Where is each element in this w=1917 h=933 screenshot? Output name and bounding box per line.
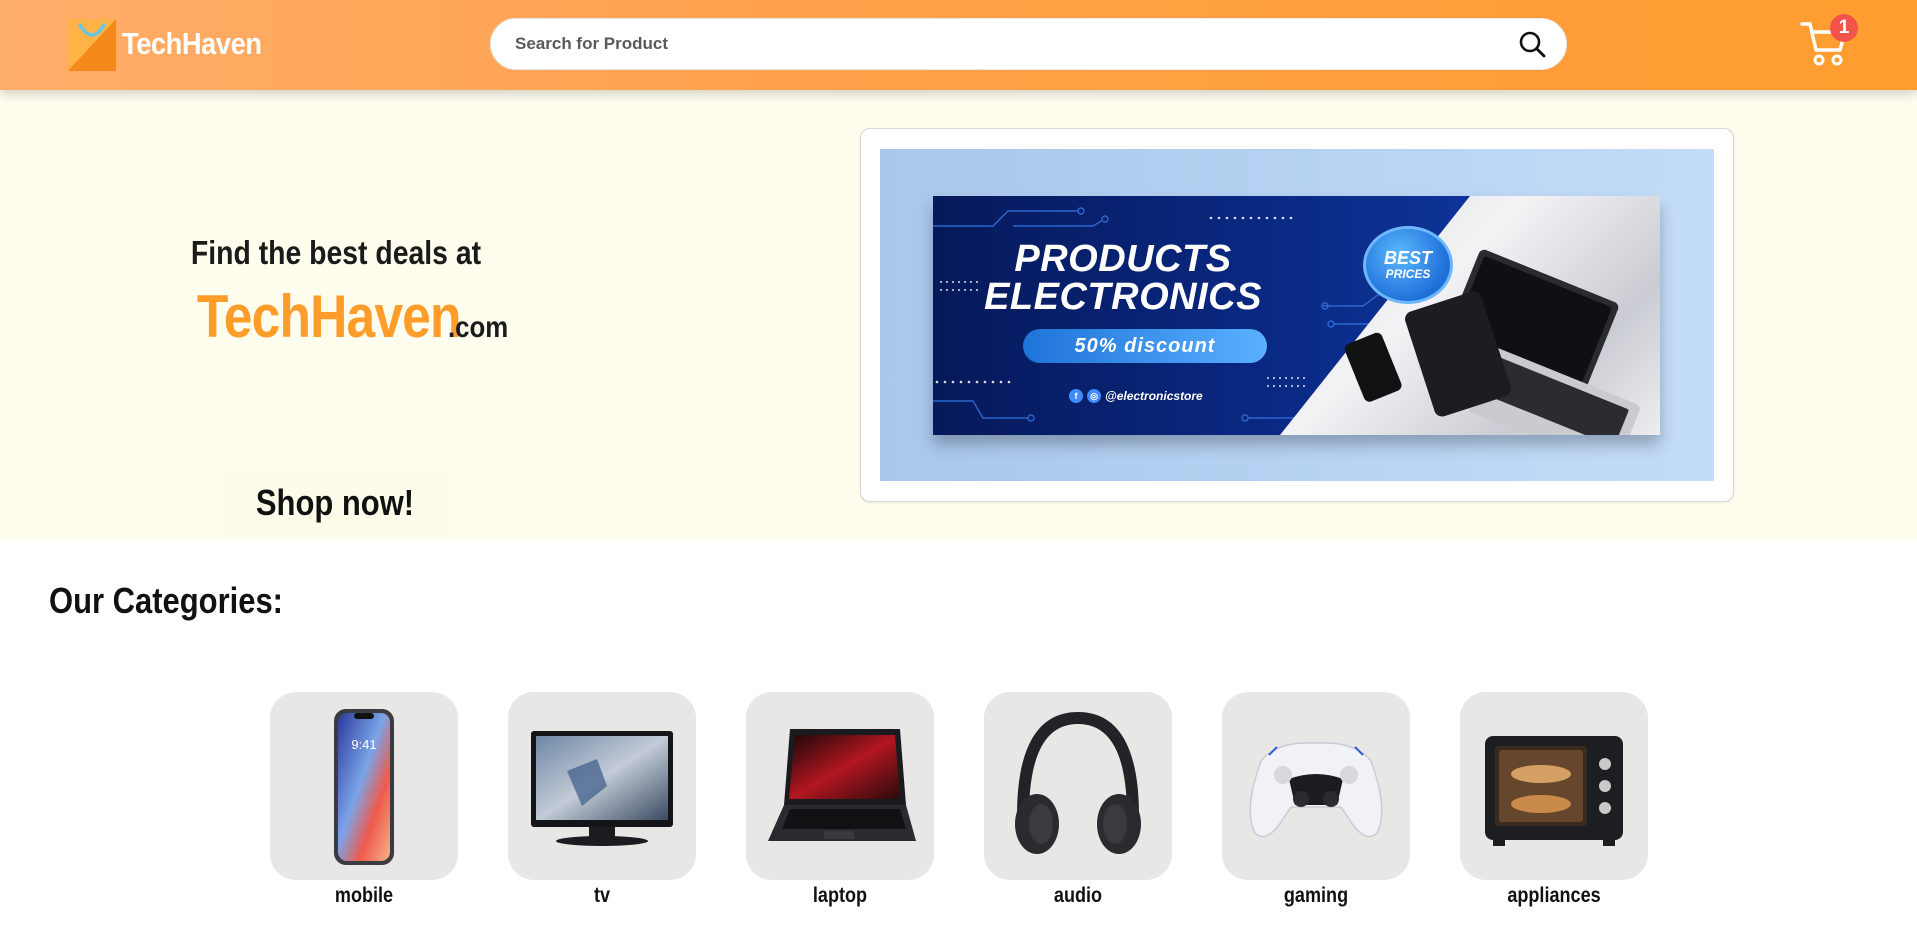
category-label: tv xyxy=(593,884,611,907)
television-icon xyxy=(531,731,673,846)
hero-text: Find the best deals at TechHaven .com Sh… xyxy=(0,90,672,540)
category-tile xyxy=(1460,692,1648,880)
facebook-icon: f xyxy=(1069,389,1083,403)
best-prices-badge: BEST PRICES xyxy=(1363,226,1453,304)
top-navbar: TechHaven 1 xyxy=(0,0,1917,90)
banner-title: PRODUCTS ELECTRONICS xyxy=(973,240,1273,316)
badge-line2: PRICES xyxy=(1385,267,1431,281)
promo-banner-image[interactable]: PRODUCTS ELECTRONICS 50% discount f ◎ @e… xyxy=(933,196,1660,435)
hero-brand: TechHaven .com xyxy=(0,282,672,351)
toaster-oven-icon xyxy=(1485,736,1623,846)
search-input[interactable] xyxy=(515,34,1512,54)
category-label: laptop xyxy=(812,884,868,907)
brand-name: TechHaven xyxy=(122,26,262,61)
category-audio[interactable]: audio xyxy=(984,692,1172,908)
hero-brand-domain: .com xyxy=(448,311,509,344)
svg-text:9:41: 9:41 xyxy=(351,737,376,752)
cart-count-badge: 1 xyxy=(1830,14,1858,42)
banner-title-line1: PRODUCTS xyxy=(1014,238,1232,280)
banner-social-handle: f ◎ @electronicstore xyxy=(1069,389,1203,403)
category-gaming[interactable]: gaming xyxy=(1222,692,1410,908)
promo-banner-frame: PRODUCTS ELECTRONICS 50% discount f ◎ @e… xyxy=(880,149,1714,481)
brand-logo[interactable]: TechHaven xyxy=(64,14,281,74)
banner-title-line2: ELECTRONICS xyxy=(984,276,1262,318)
categories-list: 9:41 mobile tv laptop audio gaming appli… xyxy=(270,692,1650,922)
category-label: mobile xyxy=(334,884,394,907)
search-bar xyxy=(490,18,1567,70)
search-icon[interactable] xyxy=(1512,24,1552,64)
game-controller-icon xyxy=(1249,742,1383,838)
category-appliances[interactable]: appliances xyxy=(1460,692,1648,908)
promo-banner-card: PRODUCTS ELECTRONICS 50% discount f ◎ @e… xyxy=(860,128,1734,502)
headphones-icon xyxy=(1015,711,1141,854)
category-tile: 9:41 xyxy=(270,692,458,880)
categories-heading: Our Categories: xyxy=(49,580,283,621)
category-label: appliances xyxy=(1507,884,1601,907)
category-laptop[interactable]: laptop xyxy=(746,692,934,908)
category-label: gaming xyxy=(1283,884,1349,907)
badge-line1: BEST xyxy=(1383,248,1432,268)
cart-button[interactable]: 1 xyxy=(1800,12,1860,68)
shop-now-label: Shop now! xyxy=(255,482,415,523)
hero-section: Find the best deals at TechHaven .com Sh… xyxy=(0,90,1917,540)
category-tile xyxy=(508,692,696,880)
hero-tagline: Find the best deals at xyxy=(190,234,482,271)
shop-now-button[interactable]: Shop now! xyxy=(222,470,448,536)
banner-discount-pill: 50% discount xyxy=(1023,329,1267,363)
category-tile xyxy=(1222,692,1410,880)
banner-handle-text: @electronicstore xyxy=(1105,389,1203,403)
category-label: audio xyxy=(1053,884,1103,907)
hero-brand-name: TechHaven xyxy=(196,283,462,350)
laptop-icon xyxy=(768,729,916,841)
category-tv[interactable]: tv xyxy=(508,692,696,908)
instagram-icon: ◎ xyxy=(1087,389,1101,403)
category-tile xyxy=(984,692,1172,880)
smartphone-icon: 9:41 xyxy=(334,709,394,865)
shopping-bag-logo-icon xyxy=(64,15,120,73)
category-tile xyxy=(746,692,934,880)
category-mobile[interactable]: 9:41 mobile xyxy=(270,692,458,908)
